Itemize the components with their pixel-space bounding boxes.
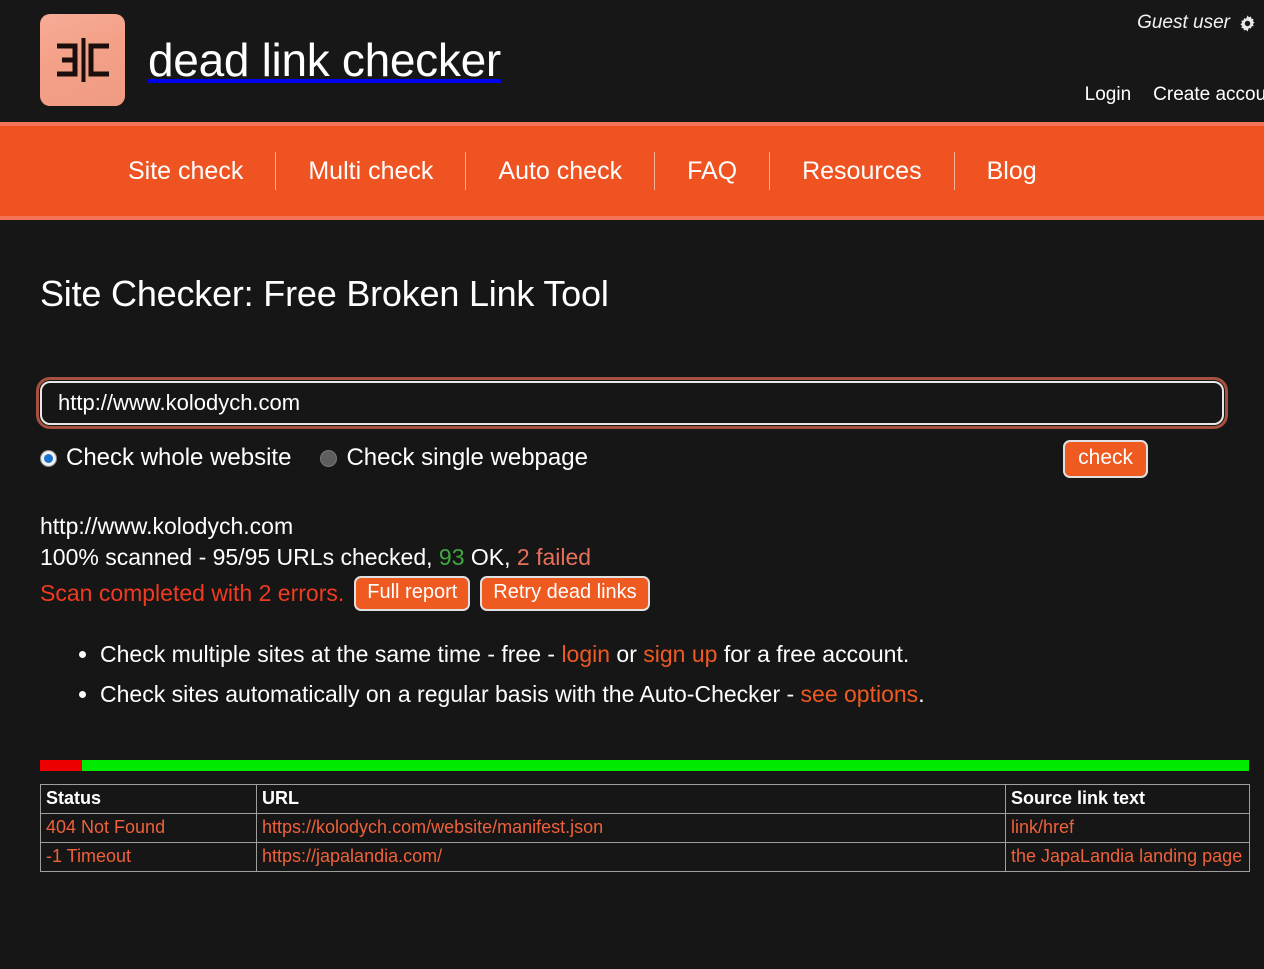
radio-unselected-icon[interactable] bbox=[320, 449, 338, 467]
progress-failed-segment bbox=[40, 760, 83, 772]
promo-list: Check multiple sites at the same time - … bbox=[40, 635, 1224, 714]
guest-user-indicator[interactable]: Guest user bbox=[1137, 12, 1256, 34]
url-field-wrapper bbox=[36, 377, 1228, 429]
brand-title: dead link checker bbox=[148, 34, 501, 86]
ok-count: 93 bbox=[438, 544, 465, 571]
cell-status: -1 Timeout bbox=[40, 842, 257, 873]
url-input[interactable] bbox=[36, 377, 1228, 429]
nav-item-blog[interactable]: Blog bbox=[955, 157, 1069, 186]
scan-stats: 100% scanned - 95/95 URLs checked, 93 OK… bbox=[40, 542, 1224, 573]
column-header-status: Status bbox=[40, 784, 257, 815]
table-row: 404 Not Found https://kolodych.com/websi… bbox=[40, 813, 1250, 844]
scan-progress-bar bbox=[40, 760, 1249, 772]
column-header-source-link-text: Source link text bbox=[1005, 784, 1250, 815]
cell-url[interactable]: https://japalandia.com/ bbox=[256, 842, 1006, 873]
dead-link-checker-logo-icon bbox=[40, 14, 125, 106]
full-report-button[interactable]: Full report bbox=[354, 575, 471, 611]
site-header: dead link checker Guest user Login Creat… bbox=[0, 0, 1264, 122]
nav-item-site-check[interactable]: Site check bbox=[96, 157, 275, 186]
promo-item-multi-check: Check multiple sites at the same time - … bbox=[100, 635, 1224, 675]
promo1-text-post: for a free account. bbox=[717, 641, 910, 668]
cell-source-link-text: link/href bbox=[1005, 813, 1250, 844]
promo2-text-post: . bbox=[918, 680, 925, 707]
cell-source-link-text: the JapaLandia landing page bbox=[1005, 842, 1250, 873]
column-header-url: URL bbox=[256, 784, 1006, 815]
radio-label-whole-website: Check whole website bbox=[66, 444, 292, 471]
table-row: -1 Timeout https://japalandia.com/ the J… bbox=[40, 842, 1250, 873]
failed-count: 2 failed bbox=[516, 544, 592, 571]
promo1-text-mid: or bbox=[610, 641, 644, 668]
scan-stats-prefix: 100% scanned - 95/95 URLs checked, bbox=[40, 544, 433, 571]
guest-user-label: Guest user bbox=[1137, 12, 1230, 33]
scan-results: http://www.kolodych.com 100% scanned - 9… bbox=[40, 511, 1224, 611]
dead-links-table: Status URL Source link text 404 Not Foun… bbox=[40, 784, 1250, 873]
see-options-inline-link[interactable]: see options bbox=[801, 681, 919, 707]
radio-label-single-webpage: Check single webpage bbox=[346, 444, 588, 471]
brand-logo-link[interactable]: dead link checker bbox=[40, 14, 501, 106]
nav-item-faq[interactable]: FAQ bbox=[655, 157, 769, 186]
table-header-row: Status URL Source link text bbox=[40, 784, 1250, 815]
promo1-text-pre: Check multiple sites at the same time - … bbox=[100, 641, 562, 668]
scan-completion-message: Scan completed with 2 errors. bbox=[40, 579, 345, 606]
scope-options: Check whole website Check single webpage… bbox=[40, 440, 1224, 479]
scanned-url: http://www.kolodych.com bbox=[40, 513, 294, 539]
radio-check-whole-website[interactable]: Check whole website bbox=[40, 444, 291, 472]
nav-item-resources[interactable]: Resources bbox=[770, 157, 954, 186]
account-links: Login Create account bbox=[1085, 84, 1264, 106]
retry-dead-links-button[interactable]: Retry dead links bbox=[480, 575, 650, 611]
create-account-link[interactable]: Create account bbox=[1153, 84, 1264, 106]
login-link[interactable]: Login bbox=[1085, 84, 1132, 106]
gear-icon[interactable] bbox=[1239, 14, 1256, 32]
cell-url[interactable]: https://kolodych.com/website/manifest.js… bbox=[256, 813, 1006, 844]
sign-up-inline-link[interactable]: sign up bbox=[643, 641, 717, 667]
promo-item-auto-check: Check sites automatically on a regular b… bbox=[100, 675, 1224, 715]
login-inline-link[interactable]: login bbox=[561, 641, 610, 667]
radio-selected-icon[interactable] bbox=[40, 449, 57, 467]
scan-status-row: Scan completed with 2 errors. Full repor… bbox=[40, 575, 1224, 611]
promo2-text-pre: Check sites automatically on a regular b… bbox=[100, 680, 801, 707]
main-content: Site Checker: Free Broken Link Tool Chec… bbox=[0, 220, 1264, 955]
check-button[interactable]: check bbox=[1063, 440, 1148, 479]
cell-status: 404 Not Found bbox=[40, 813, 257, 844]
nav-item-auto-check[interactable]: Auto check bbox=[466, 157, 654, 186]
page-title: Site Checker: Free Broken Link Tool bbox=[40, 273, 609, 314]
main-navigation: Site check Multi check Auto check FAQ Re… bbox=[0, 122, 1264, 220]
nav-item-multi-check[interactable]: Multi check bbox=[276, 157, 465, 186]
ok-suffix: OK, bbox=[470, 544, 511, 571]
progress-ok-segment bbox=[82, 760, 1249, 772]
radio-check-single-webpage[interactable]: Check single webpage bbox=[320, 444, 588, 472]
